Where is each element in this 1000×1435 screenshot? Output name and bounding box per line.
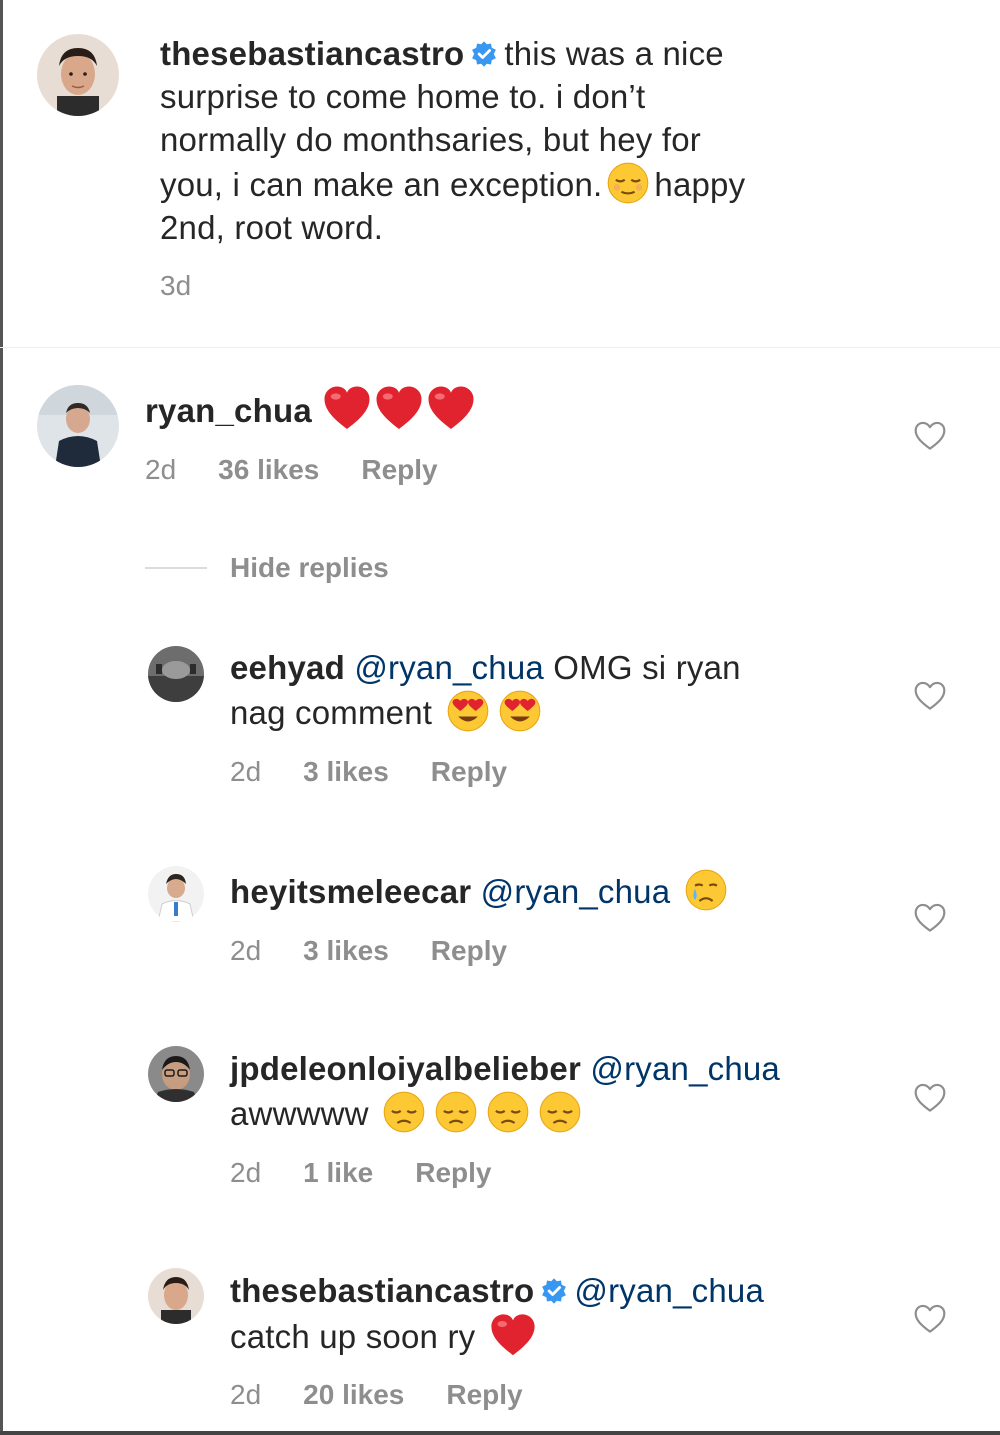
caption-text-line3: normally do monthsaries, but hey for: [160, 121, 701, 158]
reply-thesebastiancastro: thesebastiancastro @ryan_chua catch up so…: [230, 1269, 910, 1360]
like-heart-icon[interactable]: [913, 680, 947, 712]
heart-eyes-emoji-icon: [446, 689, 490, 733]
caption-time[interactable]: 3d: [160, 270, 191, 301]
red-heart-emoji-icon: [489, 1312, 537, 1360]
reply-text-line1: OMG si ryan: [553, 649, 741, 686]
reply-mention[interactable]: @ryan_chua: [590, 1050, 780, 1087]
reply-meta: 2d 20 likes Reply: [230, 1377, 565, 1413]
avatar-ryan-chua[interactable]: [37, 385, 119, 467]
disappointed-face-emoji-icon: [434, 1090, 478, 1134]
reply-mention[interactable]: @ryan_chua: [354, 649, 544, 686]
reply-reply-button[interactable]: Reply: [415, 1157, 491, 1188]
reply-likes[interactable]: 1 like: [303, 1157, 373, 1188]
reply-username[interactable]: thesebastiancastro: [230, 1272, 534, 1309]
reply-text-line2: catch up soon ry: [230, 1318, 476, 1355]
red-heart-emoji-icon: [374, 384, 424, 434]
reply-heyitsmeleecar: heyitsmeleecar @ryan_chua: [230, 868, 870, 913]
comment-likes[interactable]: 36 likes: [218, 454, 319, 485]
avatar-thesebastiancastro-reply[interactable]: [148, 1268, 204, 1324]
reply-mention[interactable]: @ryan_chua: [574, 1272, 764, 1309]
relieved-face-emoji-icon: [606, 161, 650, 205]
caption-text-line2: surprise to come home to. i don’t: [160, 78, 646, 115]
caption-text-line1: this was a nice: [504, 35, 724, 72]
reply-text-line2: nag comment: [230, 694, 433, 731]
reply-username[interactable]: jpdeleonloiyalbelieber: [230, 1050, 581, 1087]
caption-text-line4a: you, i can make an exception.: [160, 166, 603, 203]
comment-meta: 2d 36 likes Reply: [145, 452, 480, 488]
disappointed-face-emoji-icon: [486, 1090, 530, 1134]
like-heart-icon[interactable]: [913, 902, 947, 934]
reply-meta: 2d 3 likes Reply: [230, 754, 549, 790]
disappointed-face-emoji-icon: [382, 1090, 426, 1134]
heart-eyes-emoji-icon: [498, 689, 542, 733]
crying-face-emoji-icon: [684, 868, 728, 912]
like-heart-icon[interactable]: [913, 1082, 947, 1114]
reply-eehyad: eehyad @ryan_chua OMG si ryan nag commen…: [230, 646, 870, 734]
hide-replies-divider: [145, 567, 207, 569]
disappointed-face-emoji-icon: [538, 1090, 582, 1134]
reply-jpdeleonloiyalbelieber: jpdeleonloiyalbelieber @ryan_chua awwwww: [230, 1047, 910, 1135]
avatar-thesebastiancastro[interactable]: [37, 34, 119, 116]
reply-likes[interactable]: 3 likes: [303, 756, 389, 787]
reply-time[interactable]: 2d: [230, 1379, 261, 1410]
reply-time[interactable]: 2d: [230, 1157, 261, 1188]
reply-mention[interactable]: @ryan_chua: [481, 873, 671, 910]
caption-text: thesebastiancastro this was a nice surpri…: [160, 32, 880, 249]
bottom-frame-border: [0, 1431, 1000, 1435]
reply-text-line2: awwwww: [230, 1095, 369, 1132]
red-heart-emoji-icon: [322, 384, 372, 434]
verified-badge-icon: [540, 1277, 568, 1305]
reply-reply-button[interactable]: Reply: [446, 1379, 522, 1410]
avatar-heyitsmeleecar[interactable]: [148, 866, 204, 922]
comment-ryan-chua: ryan_chua: [145, 384, 845, 434]
avatar-eehyad[interactable]: [148, 646, 204, 702]
caption-text-line5: 2nd, root word.: [160, 209, 384, 246]
verified-badge-icon: [470, 40, 498, 68]
reply-time[interactable]: 2d: [230, 935, 261, 966]
reply-reply-button[interactable]: Reply: [431, 756, 507, 787]
post-caption: thesebastiancastro this was a nice surpri…: [0, 0, 1000, 348]
like-heart-icon[interactable]: [913, 1303, 947, 1335]
comment-time[interactable]: 2d: [145, 454, 176, 485]
caption-text-line4b: happy: [654, 166, 746, 203]
caption-username[interactable]: thesebastiancastro: [160, 35, 464, 72]
reply-reply-button[interactable]: Reply: [431, 935, 507, 966]
reply-username[interactable]: heyitsmeleecar: [230, 873, 471, 910]
reply-meta: 2d 1 like Reply: [230, 1155, 533, 1191]
reply-meta: 2d 3 likes Reply: [230, 933, 549, 969]
hide-replies-label: Hide replies: [230, 552, 389, 583]
caption-meta: 3d: [160, 268, 233, 304]
reply-likes[interactable]: 3 likes: [303, 935, 389, 966]
like-heart-icon[interactable]: [913, 420, 947, 452]
avatar-jpdeleonloiyalbelieber[interactable]: [148, 1046, 204, 1102]
comment-reply-button[interactable]: Reply: [361, 454, 437, 485]
reply-username[interactable]: eehyad: [230, 649, 345, 686]
reply-time[interactable]: 2d: [230, 756, 261, 787]
comment-username[interactable]: ryan_chua: [145, 392, 312, 429]
red-heart-emoji-icon: [426, 384, 476, 434]
reply-likes[interactable]: 20 likes: [303, 1379, 404, 1410]
